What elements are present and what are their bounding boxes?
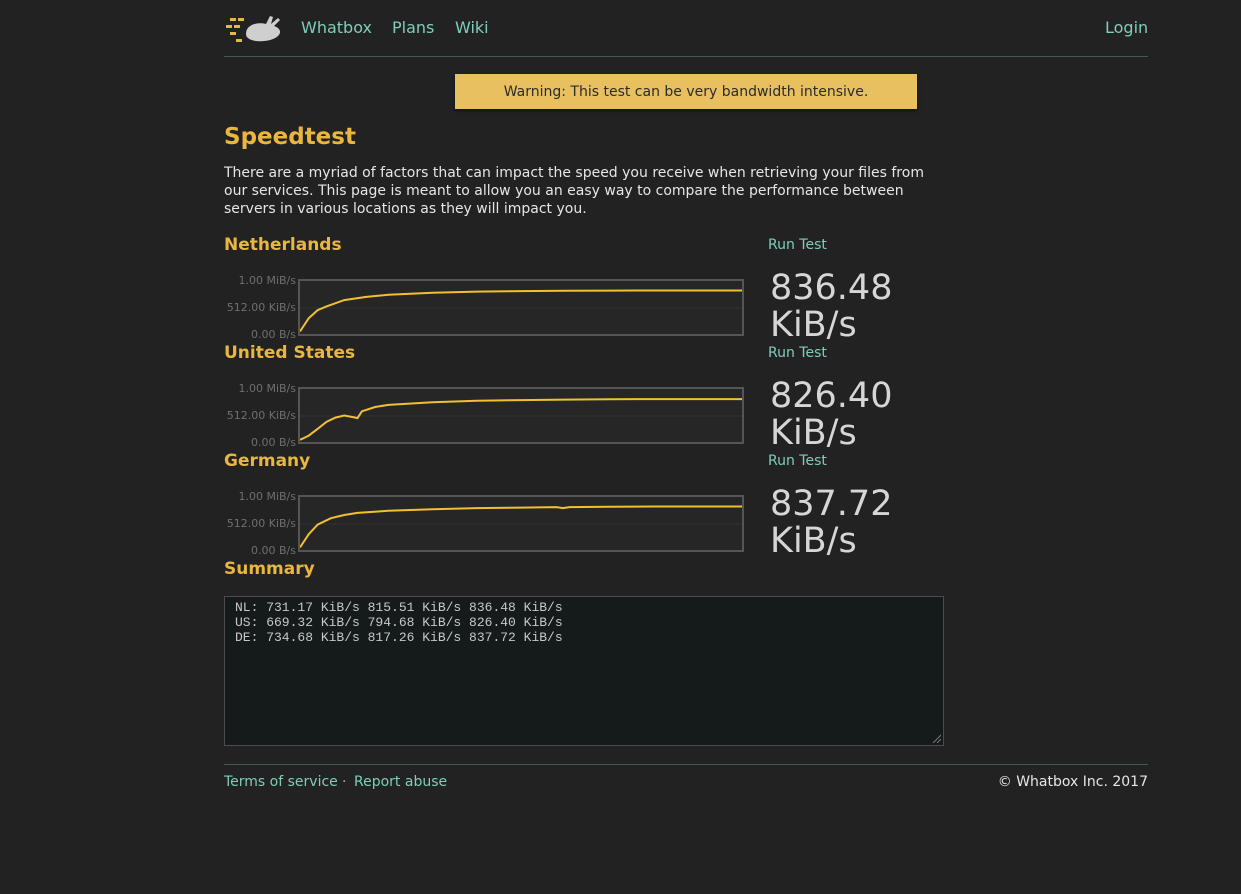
report-abuse-link[interactable]: Report abuse [354,774,447,790]
footer-separator: · [342,774,347,790]
summary-line: NL: 731.17 KiB/s 815.51 KiB/s 836.48 KiB… [235,600,563,615]
server-name: United States [224,343,356,363]
axis-label-mid: 512.00 KiB/s [226,517,296,530]
speed-curve [300,398,742,441]
speed-chart [298,495,744,552]
run-test-link[interactable]: Run Test [768,453,827,469]
summary-title: Summary [224,559,315,579]
axis-label-top: 1.00 MiB/s [238,382,296,395]
nav-brand-link[interactable]: Whatbox [301,18,372,37]
nav-login-link[interactable]: Login [1105,18,1148,37]
bandwidth-warning-banner: Warning: This test can be very bandwidth… [455,74,917,109]
speed-unit: KiB/s [770,413,857,453]
speed-curve [300,289,742,332]
axis-label-mid: 512.00 KiB/s [226,301,296,314]
speed-value: 826.40 [770,376,893,416]
run-test-link[interactable]: Run Test [768,345,827,361]
speed-chart [298,387,744,444]
summary-textarea[interactable]: NL: 731.17 KiB/s 815.51 KiB/s 836.48 KiB… [224,596,944,746]
intro-text: There are a myriad of factors that can i… [224,165,924,217]
footer: Terms of service · Report abuse © Whatbo… [224,764,1148,790]
whatbox-rabbit-logo-icon[interactable] [226,12,284,46]
speed-value: 836.48 [770,268,893,308]
copyright-text: © Whatbox Inc. 2017 [997,774,1148,790]
speed-chart-svg [300,398,742,441]
warning-text: Warning: This test can be very bandwidth… [503,83,869,100]
terms-of-service-link[interactable]: Terms of service [224,774,338,790]
top-nav: Whatbox Plans Wiki Login [224,0,1148,57]
speed-curve [300,505,742,548]
axis-label-bottom: 0.00 B/s [251,436,296,449]
speed-unit: KiB/s [770,305,857,345]
axis-label-bottom: 0.00 B/s [251,328,296,341]
speed-readout: 836.48 KiB/s [770,270,892,344]
speed-chart-svg [300,505,742,548]
resize-handle-icon[interactable] [931,733,941,743]
server-name: Germany [224,451,311,471]
axis-label-bottom: 0.00 B/s [251,544,296,557]
run-test-link[interactable]: Run Test [768,237,827,253]
speed-chart-svg [300,289,742,332]
page-container: Whatbox Plans Wiki Login Warning: This t… [224,0,1148,790]
page-title: Speedtest [224,124,356,150]
speed-readout: 826.40 KiB/s [770,378,892,452]
axis-label-top: 1.00 MiB/s [238,274,296,287]
speed-readout: 837.72 KiB/s [770,486,892,560]
summary-line: US: 669.32 KiB/s 794.68 KiB/s 826.40 KiB… [235,615,563,630]
server-name: Netherlands [224,235,342,255]
speed-value: 837.72 [770,484,893,524]
speed-unit: KiB/s [770,521,857,561]
summary-line: DE: 734.68 KiB/s 817.26 KiB/s 837.72 KiB… [235,630,563,645]
nav-wiki-link[interactable]: Wiki [455,18,489,37]
axis-label-top: 1.00 MiB/s [238,490,296,503]
nav-plans-link[interactable]: Plans [392,18,434,37]
speed-chart [298,279,744,336]
axis-label-mid: 512.00 KiB/s [226,409,296,422]
